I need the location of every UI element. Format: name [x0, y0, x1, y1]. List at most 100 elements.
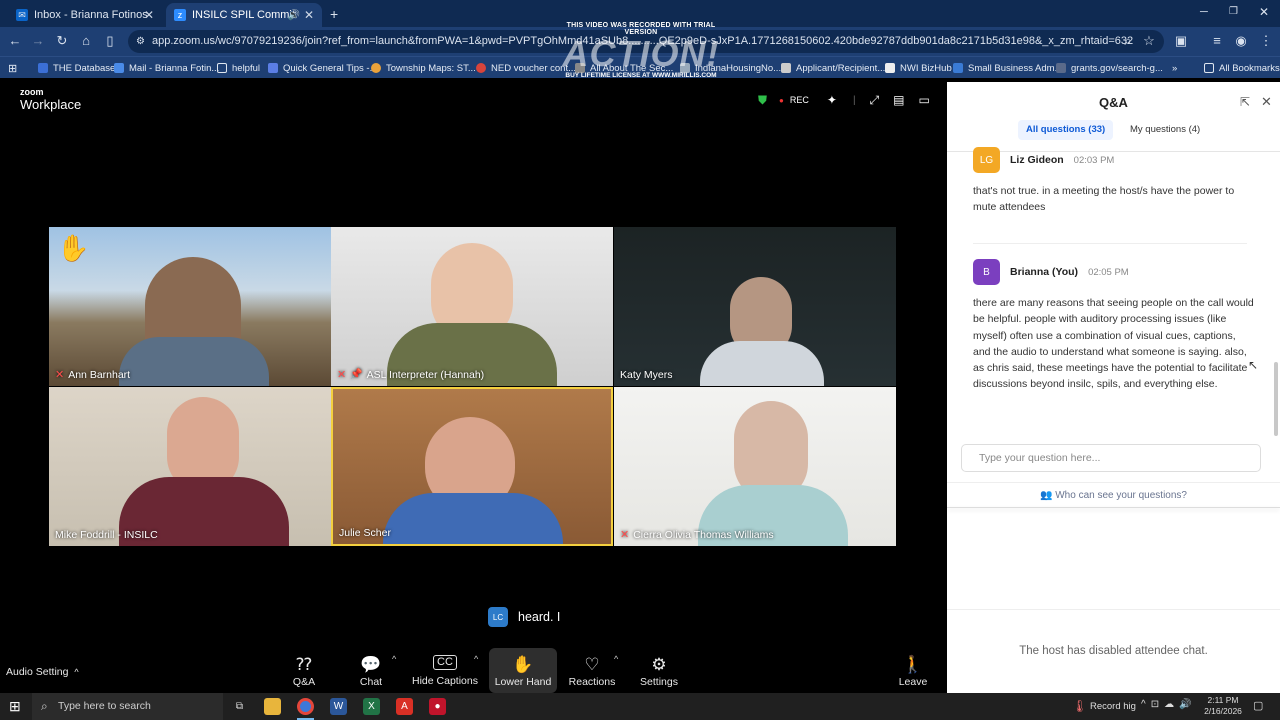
media-icon[interactable]: ≡ — [1209, 33, 1225, 49]
bookmark-icon — [476, 63, 486, 73]
zoom-lens-icon[interactable]: ⌕ — [1120, 33, 1136, 49]
app-icon[interactable]: ▣ — [1173, 33, 1189, 49]
lower-hand-button[interactable]: ✋ Lower Hand — [489, 648, 557, 693]
acrobat-icon[interactable]: A — [396, 698, 413, 715]
clock[interactable]: 2:11 PM 2/16/2026 — [1198, 695, 1248, 717]
bookmark-item[interactable]: Quick General Tips -... — [268, 60, 378, 76]
hide-captions-button[interactable]: CC Hide Captions — [412, 648, 478, 693]
back-icon[interactable]: ← — [7, 33, 23, 49]
bookmark-item[interactable]: helpful — [217, 60, 260, 76]
sidepanel-icon[interactable]: ▯ — [102, 33, 118, 49]
more-bookmarks-icon[interactable]: » — [1172, 60, 1177, 76]
video-tile[interactable]: ✕ 📌 ASL Interpreter (Hannah) — [331, 227, 613, 386]
rec-label[interactable]: REC — [790, 95, 809, 105]
bookmark-item[interactable]: Applicant/Recipient... — [781, 60, 885, 76]
tab-my-questions[interactable]: My questions (4) — [1122, 120, 1208, 140]
leave-button[interactable]: 🚶 Leave — [896, 648, 930, 693]
ai-sparkle-icon[interactable]: ✦ — [827, 93, 837, 107]
clock-time: 2:11 PM — [1207, 695, 1239, 705]
participant-name-tag: Katy Myers — [620, 369, 673, 381]
chevron-up-icon[interactable]: ^ — [74, 667, 78, 677]
shield-icon[interactable]: ⛊ — [758, 93, 767, 108]
bookmark-item[interactable]: Township Maps: ST... — [371, 60, 476, 76]
tab-zoom[interactable]: z INSILC SPIL Committee Me 🔊 ✕ — [166, 3, 322, 27]
windows-start-icon[interactable]: ⊞ — [9, 698, 21, 715]
bookmark-icon — [38, 63, 48, 73]
file-explorer-icon[interactable] — [264, 698, 281, 715]
thermometer-icon[interactable]: 🌡 — [1072, 699, 1087, 713]
forward-icon[interactable]: → — [30, 33, 46, 49]
word-icon[interactable]: W — [330, 698, 347, 715]
heart-icon: ♡ — [584, 654, 600, 674]
who-can-see-link[interactable]: 👥 Who can see your questions? — [947, 490, 1280, 501]
chrome-icon[interactable] — [297, 698, 314, 715]
close-icon[interactable]: ✕ — [1261, 94, 1272, 110]
tab-all-questions[interactable]: All questions (33) — [1018, 120, 1114, 140]
apps-grid-icon[interactable]: ⊞ — [8, 60, 17, 76]
participant-name-tag: ✕ Cierra Olivia Thomas Williams — [620, 528, 774, 542]
recorder-icon[interactable]: ● — [429, 698, 446, 715]
view-icon[interactable]: ▤ — [893, 93, 904, 107]
notification-icon[interactable]: ▢ — [1253, 699, 1263, 712]
bookmark-label: Small Business Adm... — [968, 62, 1063, 74]
bookmark-icon — [114, 63, 124, 73]
video-tile[interactable]: ✕ Cierra Olivia Thomas Williams — [614, 387, 896, 546]
bookmark-item[interactable]: THE Database — [38, 60, 115, 76]
menu-icon[interactable]: ⋮ — [1258, 33, 1274, 49]
taskbar-search[interactable]: ⌕ Type here to search — [32, 693, 223, 720]
chevron-up-icon[interactable]: ^ — [392, 654, 396, 664]
bookmark-label: grants.gov/search-g... — [1071, 62, 1163, 74]
chevron-up-icon[interactable]: ^ — [474, 654, 478, 664]
weather-text[interactable]: Record hig — [1090, 701, 1136, 712]
bookmark-label: Township Maps: ST... — [386, 62, 476, 74]
video-tile[interactable]: ✋ ✕ Ann Barnhart — [49, 227, 331, 386]
bookmark-star-icon[interactable]: ☆ — [1141, 33, 1157, 49]
qa-button[interactable]: ⁇ Q&A — [284, 648, 324, 693]
divider — [947, 609, 1280, 610]
video-tile-active-speaker[interactable]: Julie Scher — [331, 387, 613, 546]
tab-outlook[interactable]: ✉ Inbox - Brianna Fotinos - Outlo ✕ — [8, 3, 162, 27]
speaker-icon[interactable]: 🔊 — [288, 10, 300, 21]
new-tab-button[interactable]: + — [330, 6, 338, 22]
home-icon[interactable]: ⌂ — [78, 33, 94, 49]
question-input[interactable]: Type your question here... — [961, 444, 1261, 472]
hand-icon: ✋ — [512, 654, 534, 674]
task-view-icon[interactable]: ⧉ — [231, 698, 248, 715]
reactions-button[interactable]: ♡ Reactions — [568, 648, 616, 693]
audio-setting-button[interactable]: Audio Setting ^ — [6, 666, 79, 678]
settings-button[interactable]: ⚙ Settings — [638, 648, 680, 693]
fullscreen-icon[interactable]: ⤢ — [870, 93, 880, 108]
search-icon: ⌕ — [41, 699, 48, 713]
chevron-up-icon[interactable]: ^ — [614, 654, 618, 664]
close-icon[interactable]: ✕ — [304, 8, 314, 22]
chat-button[interactable]: 💬 Chat — [352, 648, 390, 693]
layout-icon[interactable]: ▭ — [919, 93, 930, 107]
video-tile[interactable]: Katy Myers — [614, 227, 896, 386]
tray-icons[interactable]: ^⊡☁🔊 — [1141, 699, 1197, 710]
window-close-button[interactable]: ✕ — [1259, 5, 1269, 19]
minimize-button[interactable]: ─ — [1200, 6, 1208, 18]
popout-icon[interactable]: ⇱ — [1240, 95, 1250, 109]
bookmark-item[interactable]: NWI BizHub — [885, 60, 952, 76]
bookmark-item[interactable]: Mail - Brianna Fotin... — [114, 60, 219, 76]
participant-name: ASL Interpreter (Hannah) — [366, 368, 485, 381]
reload-icon[interactable]: ↻ — [54, 33, 70, 49]
leave-icon: 🚶 — [902, 654, 924, 674]
scrollbar[interactable] — [1274, 362, 1278, 436]
site-info-icon[interactable]: ⚙ — [136, 30, 145, 53]
close-icon[interactable]: ✕ — [144, 8, 154, 22]
all-bookmarks-label: All Bookmarks — [1219, 62, 1280, 74]
chat-icon: 💬 — [360, 654, 382, 674]
restore-button[interactable]: ❐ — [1229, 6, 1238, 17]
author-name: Liz Gideon — [1010, 154, 1064, 166]
divider: | — [852, 94, 856, 106]
bookmark-item[interactable]: Small Business Adm... — [953, 60, 1063, 76]
author-name: Brianna (You) — [1010, 266, 1079, 278]
excel-icon[interactable]: X — [363, 698, 380, 715]
mic-muted-icon: ✕ — [55, 369, 65, 381]
video-tile[interactable]: Mike Foddrill - INSILC — [49, 387, 331, 546]
bookmark-item[interactable]: grants.gov/search-g... — [1056, 60, 1163, 76]
live-caption: LC heard. I — [488, 607, 560, 627]
profile-icon[interactable]: ◉ — [1233, 33, 1249, 49]
all-bookmarks[interactable]: All Bookmarks — [1204, 60, 1280, 76]
